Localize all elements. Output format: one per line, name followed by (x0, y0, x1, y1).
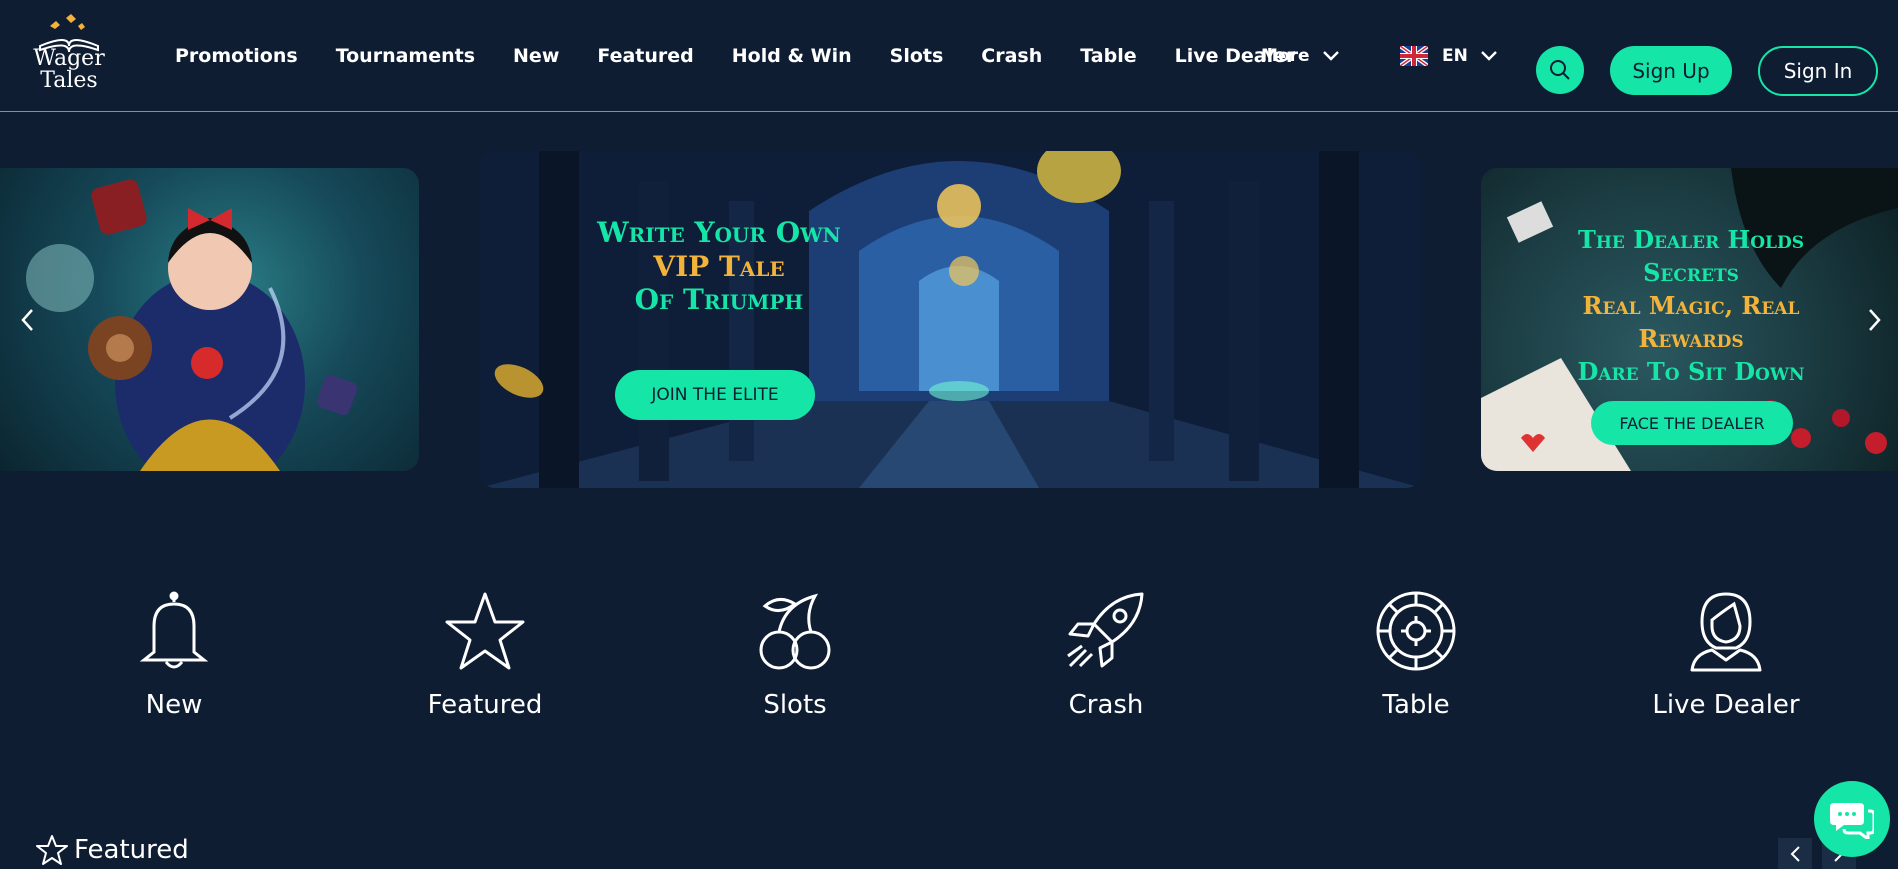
chevron-down-icon (1480, 51, 1497, 61)
nav-tournaments[interactable]: Tournaments (336, 45, 475, 67)
category-table[interactable]: Table (1316, 590, 1516, 720)
roulette-icon (1376, 591, 1456, 671)
site-header: Wager Tales Promotions Tournaments New F… (0, 0, 1898, 112)
join-the-elite-button[interactable]: JOIN THE ELITE (615, 370, 815, 420)
main-nav: Promotions Tournaments New Featured Hold… (175, 0, 1333, 112)
sign-in-button[interactable]: Sign In (1758, 46, 1878, 96)
category-label-new: New (145, 690, 203, 720)
chevron-left-icon (1790, 845, 1800, 862)
logo-text-wager: Wager (33, 46, 105, 71)
category-featured[interactable]: Featured (385, 590, 585, 720)
more-label: More (1261, 46, 1310, 66)
featured-section-heading: Featured (36, 834, 189, 866)
right-title-line3: Real Magic, Real (1582, 291, 1800, 321)
carousel-slide-right[interactable]: The Dealer Holds Secrets Real Magic, Rea… (1481, 168, 1898, 471)
featured-section-title: Featured (74, 835, 189, 865)
chevron-down-icon (1322, 51, 1339, 61)
star-icon (445, 592, 525, 670)
rocket-icon (1067, 592, 1144, 668)
category-label-slots: Slots (763, 690, 827, 720)
dealer-icon (1690, 592, 1762, 672)
nav-slots[interactable]: Slots (890, 45, 944, 67)
search-icon (1550, 60, 1570, 80)
search-button[interactable] (1536, 46, 1584, 94)
right-title-line2: Secrets (1643, 258, 1739, 288)
chat-icon (1830, 803, 1874, 839)
carousel-next-button[interactable] (1860, 305, 1890, 335)
carousel-slide-center[interactable]: Write Your Own VIP Tale Of Triumph JOIN … (479, 151, 1422, 488)
star-icon (36, 835, 68, 865)
category-live-dealer[interactable]: Live Dealer (1626, 590, 1826, 720)
nav-hold-win[interactable]: Hold & Win (732, 45, 852, 67)
featured-prev-button[interactable] (1778, 838, 1812, 869)
center-title-line2: VIP Tale (653, 249, 785, 283)
bell-icon (139, 591, 209, 669)
more-menu[interactable]: More (1261, 0, 1340, 112)
sign-up-button[interactable]: Sign Up (1610, 46, 1732, 95)
nav-table[interactable]: Table (1080, 45, 1136, 67)
category-slots[interactable]: Slots (695, 590, 895, 720)
category-label-live-dealer: Live Dealer (1652, 690, 1800, 720)
live-chat-button[interactable] (1814, 781, 1890, 857)
nav-featured[interactable]: Featured (597, 45, 693, 67)
category-label-crash: Crash (1068, 690, 1144, 720)
category-label-featured: Featured (427, 690, 543, 720)
wager-tales-logo[interactable]: Wager Tales (26, 12, 112, 104)
uk-flag-icon (1400, 46, 1428, 66)
right-banner-title: The Dealer Holds Secrets Real Magic, Rea… (1561, 223, 1821, 389)
nav-crash[interactable]: Crash (981, 45, 1042, 67)
nav-new[interactable]: New (513, 45, 559, 67)
palace-hall-artwork (479, 151, 1422, 488)
category-crash[interactable]: Crash (1006, 590, 1206, 720)
right-title-line1: The Dealer Holds (1577, 225, 1805, 254)
center-title-line3: Of Triumph (634, 283, 804, 317)
language-code: EN (1442, 46, 1468, 66)
nav-promotions[interactable]: Promotions (175, 45, 298, 67)
center-banner-title: Write Your Own VIP Tale Of Triumph (579, 216, 859, 317)
center-title-line1: Write Your Own (597, 216, 841, 249)
category-new[interactable]: New (74, 590, 274, 720)
right-title-line4: Rewards (1638, 324, 1744, 354)
cherries-icon (759, 593, 831, 670)
carousel-slide-left[interactable] (0, 168, 419, 471)
carousel-prev-button[interactable] (12, 305, 42, 335)
chevron-right-icon (1869, 309, 1881, 331)
chevron-left-icon (21, 309, 33, 331)
face-the-dealer-button[interactable]: FACE THE DEALER (1591, 401, 1793, 445)
logo-text-tales: Tales (40, 68, 98, 93)
language-selector[interactable]: EN (1400, 0, 1498, 112)
category-label-table: Table (1382, 690, 1450, 720)
snow-white-artwork (26, 179, 358, 471)
right-title-line5: Dare To Sit Down (1577, 357, 1805, 387)
